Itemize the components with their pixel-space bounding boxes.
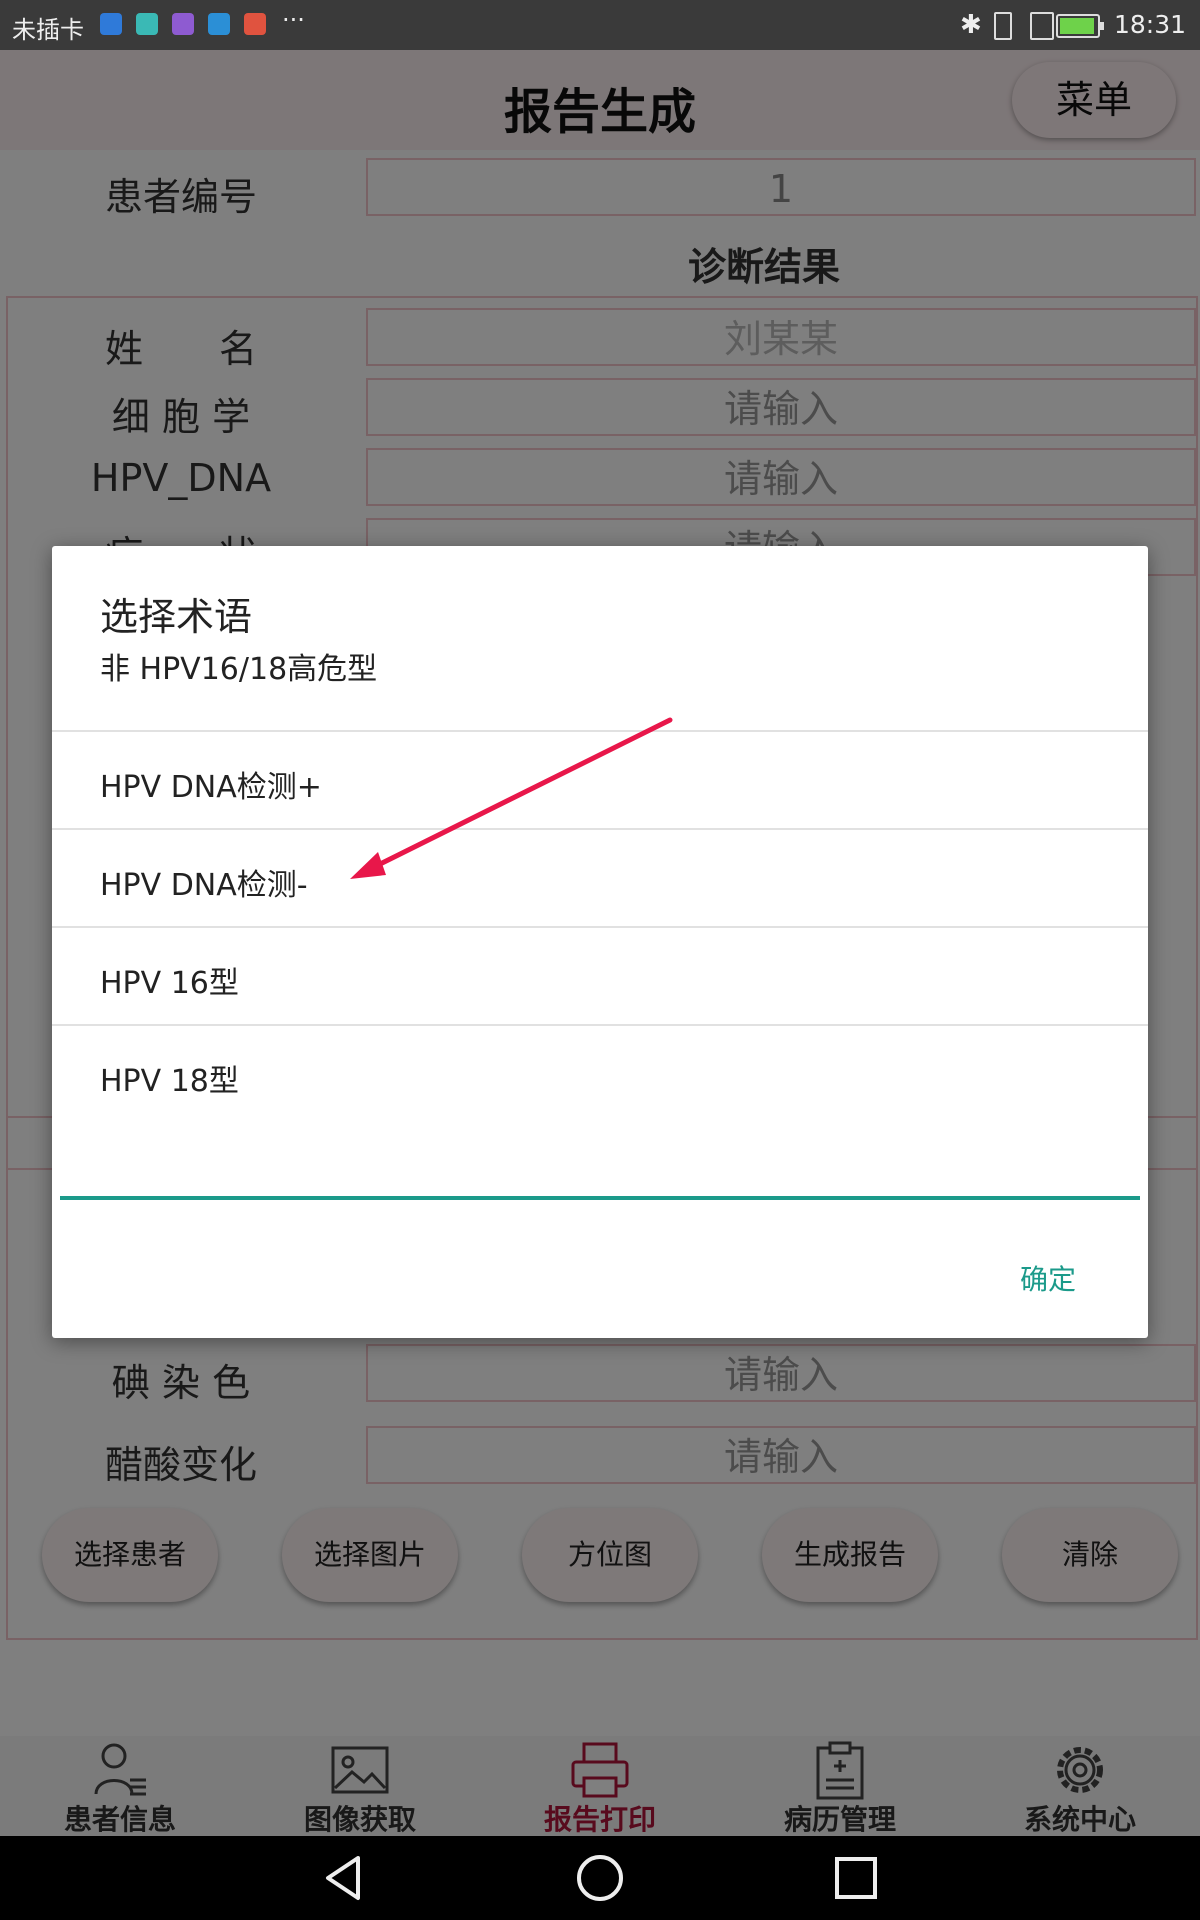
sim-icon — [1030, 12, 1054, 40]
app-icon-blue — [100, 13, 122, 35]
dialog-title: 选择术语 — [100, 595, 253, 639]
option-label: HPV 16型 — [100, 966, 239, 1001]
back-icon[interactable] — [320, 1854, 368, 1902]
option-hpv-dna-negative[interactable]: HPV DNA检测- — [52, 830, 1148, 928]
recents-icon[interactable] — [832, 1854, 880, 1902]
app-icon-purple — [172, 13, 194, 35]
option-hpv-16[interactable]: HPV 16型 — [52, 928, 1148, 1026]
shield-app-icon — [208, 13, 230, 35]
option-label: HPV DNA检测+ — [100, 770, 322, 805]
clock: 18:31 — [1113, 10, 1186, 39]
option-non-hpv16-18-high-risk[interactable]: 非 HPV16/18高危型 — [52, 634, 1148, 732]
battery-icon — [1056, 14, 1104, 38]
app-icon-cyan — [136, 13, 158, 35]
option-hpv-dna-positive[interactable]: HPV DNA检测+ — [52, 732, 1148, 830]
app-icon-red — [244, 13, 266, 35]
vibrate-icon — [994, 12, 1012, 40]
option-label: HPV DNA检测- — [100, 868, 308, 903]
confirm-button[interactable]: 确定 — [1020, 1258, 1076, 1298]
status-bar: 未插卡 ··· ✱ 18:31 — [0, 0, 1200, 50]
more-notifications-icon: ··· — [282, 6, 305, 34]
option-label: 非 HPV16/18高危型 — [100, 652, 378, 687]
option-hpv-18[interactable]: HPV 18型 — [52, 1026, 1148, 1124]
carrier-text: 未插卡 — [12, 16, 84, 44]
select-term-dialog: 选择术语 非 HPV16/18高危型 HPV DNA检测+ HPV DNA检测-… — [52, 546, 1148, 1338]
bluetooth-icon: ✱ — [960, 10, 982, 40]
option-label: HPV 18型 — [100, 1064, 239, 1099]
list-scroll-indicator — [60, 1196, 1140, 1200]
home-icon[interactable] — [574, 1852, 626, 1904]
system-nav-bar — [0, 1836, 1200, 1920]
